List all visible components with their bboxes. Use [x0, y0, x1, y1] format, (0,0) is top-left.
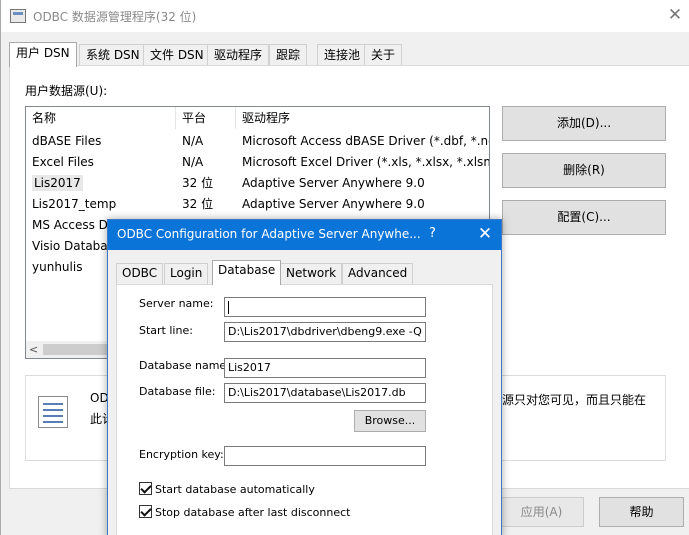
list-item[interactable]: Lis2017_temp 32 位 Adaptive Server Anywhe… — [26, 194, 489, 215]
main-tabs: 用户 DSN 系统 DSN 文件 DSN 驱动程序 跟踪 连接池 关于 — [9, 42, 689, 67]
tab-system-dsn[interactable]: 系统 DSN — [79, 44, 147, 66]
dsn-name: Excel Files — [32, 155, 94, 169]
list-item[interactable]: dBASE Files N/A Microsoft Access dBASE D… — [26, 131, 489, 152]
dsn-name: Lis2017_temp — [32, 197, 117, 211]
remove-button[interactable]: 删除(R) — [502, 153, 666, 188]
column-name[interactable]: 名称 — [26, 107, 176, 129]
database-file-input[interactable]: D:\Lis2017\database\Lis2017.db — [224, 383, 426, 403]
start-automatically-checkbox[interactable]: Start database automatically — [139, 482, 315, 496]
stop-after-disconnect-label: Stop database after last disconnect — [155, 506, 351, 519]
column-platform[interactable]: 平台 — [176, 107, 236, 129]
tab-login[interactable]: Login — [164, 263, 209, 284]
tab-user-dsn[interactable]: 用户 DSN — [9, 42, 77, 67]
tab-file-dsn[interactable]: 文件 DSN — [143, 44, 211, 66]
dsn-driver: Microsoft Excel Driver (*.xls, *.xlsx, *… — [242, 155, 489, 169]
list-item[interactable]: Excel Files N/A Microsoft Excel Driver (… — [26, 152, 489, 173]
server-name-input[interactable] — [224, 297, 426, 317]
tab-network[interactable]: Network — [280, 263, 343, 284]
tab-odbc[interactable]: ODBC — [116, 263, 164, 284]
dsn-name: yunhulis — [32, 260, 83, 274]
database-panel: Server name: Start line: D:\Lis2017\dbdr… — [116, 284, 493, 535]
dsn-name: dBASE Files — [32, 134, 102, 148]
encryption-key-label: Encryption key: — [139, 448, 224, 461]
data-source-icon — [38, 396, 68, 428]
start-automatically-label: Start database automatically — [155, 483, 315, 496]
tab-advanced[interactable]: Advanced — [342, 263, 414, 284]
user-data-sources-label: 用户数据源(U): — [25, 84, 108, 98]
database-file-label: Database file: — [139, 385, 216, 398]
start-line-label: Start line: — [139, 324, 193, 337]
encryption-key-input[interactable] — [224, 446, 426, 466]
dsn-driver: Adaptive Server Anywhere 9.0 — [242, 197, 425, 211]
dsn-platform: N/A — [182, 134, 204, 148]
dsn-driver: Microsoft Access dBASE Driver (*.dbf, *.… — [242, 134, 489, 148]
browse-button[interactable]: Browse... — [354, 410, 426, 432]
scroll-left-icon[interactable]: < — [29, 341, 38, 358]
window-title: ODBC 数据源管理程序(32 位) — [33, 10, 197, 24]
dialog-title-bar: ODBC Configuration for Adaptive Server A… — [108, 220, 501, 250]
database-name-label: Database name: — [139, 359, 230, 372]
dsn-name: Lis2017 — [32, 175, 83, 191]
configure-button[interactable]: 配置(C)... — [502, 200, 666, 235]
add-button[interactable]: 添加(D)... — [502, 106, 666, 141]
title-bar: ODBC 数据源管理程序(32 位) ✕ — [1, 0, 689, 32]
dsn-platform: 32 位 — [182, 176, 214, 190]
database-name-input[interactable]: Lis2017 — [224, 358, 426, 378]
server-name-label: Server name: — [139, 297, 214, 310]
dialog-close-icon[interactable]: ✕ — [468, 223, 502, 247]
dsn-platform: N/A — [182, 155, 204, 169]
dialog-title: ODBC Configuration for Adaptive Server A… — [117, 227, 421, 241]
column-driver[interactable]: 驱动程序 — [236, 107, 489, 129]
tab-tracing[interactable]: 跟踪 — [269, 44, 308, 66]
start-line-input[interactable]: D:\Lis2017\dbdriver\dbeng9.exe -Q — [224, 322, 426, 342]
help-button[interactable]: 帮助 — [599, 497, 684, 527]
asa-odbc-config-dialog: ODBC Configuration for Adaptive Server A… — [107, 219, 502, 535]
stop-after-disconnect-checkbox[interactable]: Stop database after last disconnect — [139, 505, 350, 519]
tab-connection-pooling[interactable]: 连接池 — [317, 44, 368, 66]
checkbox-checked-icon[interactable] — [139, 505, 152, 518]
apply-button[interactable]: 应用(A) — [499, 497, 584, 527]
list-item[interactable]: Lis2017 32 位 Adaptive Server Anywhere 9.… — [26, 173, 489, 194]
dsn-platform: 32 位 — [182, 197, 214, 211]
dsn-driver: Adaptive Server Anywhere 9.0 — [242, 176, 425, 190]
close-icon[interactable]: ✕ — [660, 0, 689, 32]
info-text-end: 源只对您可见，而且只能在 — [502, 393, 647, 407]
list-header: 名称 平台 驱动程序 — [26, 107, 489, 129]
odbc-app-icon — [10, 9, 26, 23]
text-caret — [228, 300, 229, 314]
tab-drivers[interactable]: 驱动程序 — [207, 44, 270, 66]
tab-about[interactable]: 关于 — [364, 44, 403, 66]
help-icon[interactable]: ? — [429, 226, 436, 241]
checkbox-checked-icon[interactable] — [139, 482, 152, 495]
tab-database[interactable]: Database — [212, 260, 282, 285]
